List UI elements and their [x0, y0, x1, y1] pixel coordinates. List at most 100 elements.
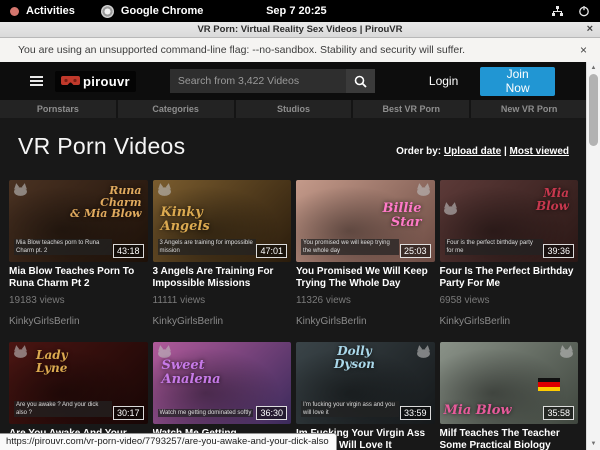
video-card[interactable]: Mia Blow 35:58 Milf Teaches The Teacher …	[440, 342, 579, 450]
video-thumbnail[interactable]: Runa Charm & Mia Blow Mia Blow teaches p…	[9, 180, 148, 262]
order-separator: |	[504, 146, 507, 157]
video-duration: 47:01	[256, 244, 287, 258]
scrollbar-thumb[interactable]	[589, 74, 598, 146]
order-most-viewed-link[interactable]: Most viewed	[510, 146, 569, 157]
search-button[interactable]	[346, 69, 375, 93]
warning-message: You are using an unsupported command-lin…	[18, 44, 465, 56]
system-clock[interactable]: Sep 7 20:25	[266, 5, 327, 17]
thumbnail-overlay-title: Runa Charm & Mia Blow	[70, 185, 141, 220]
video-thumbnail[interactable]: Sweet Analena Watch me getting dominated…	[153, 342, 292, 424]
thumbnail-overlay-title: Kinky Angels	[161, 206, 210, 233]
video-thumbnail[interactable]: Billie Star You promised we will keep tr…	[296, 180, 435, 262]
main-nav: Pornstars Categories Studios Best VR Por…	[0, 100, 587, 118]
network-icon[interactable]	[551, 5, 564, 17]
nav-item-studios[interactable]: Studios	[234, 100, 352, 118]
window-title: VR Porn: Virtual Reality Sex Videos | Pi…	[197, 24, 402, 35]
vr-goggles-icon	[61, 76, 80, 87]
video-card[interactable]: Kinky Angels 3 Angels are training for i…	[153, 180, 292, 342]
video-duration: 33:59	[400, 406, 431, 420]
focused-app-name[interactable]: Google Chrome	[121, 5, 204, 17]
view-count: 19183 views	[9, 295, 148, 307]
video-title-link[interactable]: 3 Angels Are Training For Impossible Mis…	[153, 266, 292, 289]
warning-close-icon[interactable]: ×	[580, 43, 587, 57]
video-duration: 25:03	[400, 244, 431, 258]
page-title: VR Porn Videos	[18, 133, 185, 160]
studio-cat-logo-icon	[416, 345, 431, 358]
studio-cat-logo-icon	[13, 183, 28, 196]
studio-link[interactable]: KinkyGirlsBerlin	[9, 316, 148, 328]
video-title-link[interactable]: Mia Blow Teaches Porn To Runa Charm Pt 2	[9, 266, 148, 289]
studio-link[interactable]: KinkyGirlsBerlin	[296, 316, 435, 328]
search-icon	[354, 75, 367, 88]
browser-viewport: pirouvr Login Join Now Pornstars Categor…	[0, 62, 587, 450]
system-top-bar: Activities Google Chrome Sep 7 20:25	[0, 0, 600, 22]
studio-cat-logo-icon	[157, 183, 172, 196]
video-card[interactable]: Runa Charm & Mia Blow Mia Blow teaches p…	[9, 180, 148, 342]
link-preview-status-bar: https://pirouvr.com/vr-porn-video/779325…	[0, 433, 337, 450]
studio-cat-logo-icon	[416, 183, 431, 196]
video-duration: 30:17	[113, 406, 144, 420]
video-thumbnail[interactable]: Kinky Angels 3 Angels are training for i…	[153, 180, 292, 262]
recording-indicator-icon	[10, 7, 19, 16]
warning-infobar: You are using an unsupported command-lin…	[0, 38, 600, 63]
view-count: 11326 views	[296, 295, 435, 307]
view-count: 11111 views	[153, 295, 292, 307]
page-scrollbar[interactable]: ▲ ▼	[586, 62, 600, 450]
thumbnail-overlay-title: Dolly Dyson	[334, 345, 375, 370]
thumbnail-caption: I'm fucking your virgin ass and you will…	[301, 401, 399, 417]
window-close-icon[interactable]: ×	[587, 23, 593, 35]
studio-cat-logo-icon	[157, 345, 172, 358]
thumbnail-overlay-title: Billie Star	[382, 202, 421, 229]
video-thumbnail[interactable]: Lady Lyne Are you awake ? And your dick …	[9, 342, 148, 424]
login-button[interactable]: Login	[423, 73, 464, 89]
thumbnail-caption: You promised we will keep trying the who…	[301, 239, 399, 255]
studio-link[interactable]: KinkyGirlsBerlin	[153, 316, 292, 328]
order-by-controls: Order by: Upload date | Most viewed	[396, 146, 569, 157]
studio-link[interactable]: KinkyGirlsBerlin	[440, 316, 579, 328]
video-card[interactable]: Mia Blow Four is the perfect birthday pa…	[440, 180, 579, 342]
video-title-link[interactable]: Four Is The Perfect Birthday Party For M…	[440, 266, 579, 289]
thumbnail-caption: 3 Angels are training for impossible mis…	[158, 239, 256, 255]
nav-item-pornstars[interactable]: Pornstars	[0, 100, 116, 118]
nav-item-new-vr-porn[interactable]: New VR Porn	[469, 100, 587, 118]
video-card[interactable]: Billie Star You promised we will keep tr…	[296, 180, 435, 342]
video-title-link[interactable]: You Promised We Will Keep Trying The Who…	[296, 266, 435, 289]
activities-button[interactable]: Activities	[26, 5, 75, 17]
nav-item-categories[interactable]: Categories	[116, 100, 234, 118]
menu-hamburger-icon[interactable]	[30, 76, 43, 86]
video-thumbnail[interactable]: Dolly Dyson I'm fucking your virgin ass …	[296, 342, 435, 424]
scrollbar-up-icon[interactable]: ▲	[587, 62, 600, 74]
chrome-app-icon	[101, 5, 114, 18]
studio-cat-logo-icon	[559, 345, 574, 358]
window-title-bar: VR Porn: Virtual Reality Sex Videos | Pi…	[0, 22, 600, 38]
site-logo[interactable]: pirouvr	[55, 71, 136, 92]
thumbnail-caption: Mia Blow teaches porn to Runa Charm pt. …	[14, 239, 112, 255]
studio-cat-logo-icon	[443, 202, 458, 215]
site-header: pirouvr Login Join Now	[0, 62, 587, 100]
thumbnail-caption: Watch me getting dominated softly	[158, 409, 254, 417]
video-grid: Runa Charm & Mia Blow Mia Blow teaches p…	[0, 180, 587, 450]
nav-item-best-vr-porn[interactable]: Best VR Porn	[351, 100, 469, 118]
video-duration: 36:30	[256, 406, 287, 420]
thumbnail-caption: Are you awake ? And your dick also ?	[14, 401, 112, 417]
thumbnail-overlay-title: Mia Blow	[536, 187, 569, 212]
thumbnail-overlay-title: Lady Lyne	[36, 349, 68, 374]
join-now-button[interactable]: Join Now	[480, 67, 555, 96]
search-input[interactable]	[170, 69, 346, 93]
video-duration: 39:36	[543, 244, 574, 258]
thumbnail-caption: Four is the perfect birthday party for m…	[445, 239, 543, 255]
german-flag-icon	[538, 378, 560, 391]
scrollbar-down-icon[interactable]: ▼	[587, 438, 600, 450]
order-by-label: Order by:	[396, 146, 441, 157]
video-thumbnail[interactable]: Mia Blow Four is the perfect birthday pa…	[440, 180, 579, 262]
order-upload-date-link[interactable]: Upload date	[444, 146, 501, 157]
thumbnail-overlay-title: Mia Blow	[444, 404, 512, 418]
logo-text: pirouvr	[83, 74, 130, 89]
video-duration: 35:58	[543, 406, 574, 420]
power-icon[interactable]	[578, 5, 590, 17]
thumbnail-overlay-title: Sweet Analena	[162, 359, 221, 386]
video-title-link[interactable]: Milf Teaches The Teacher Some Practical …	[440, 428, 579, 450]
studio-cat-logo-icon	[13, 345, 28, 358]
view-count: 6958 views	[440, 295, 579, 307]
video-thumbnail[interactable]: Mia Blow 35:58	[440, 342, 579, 424]
